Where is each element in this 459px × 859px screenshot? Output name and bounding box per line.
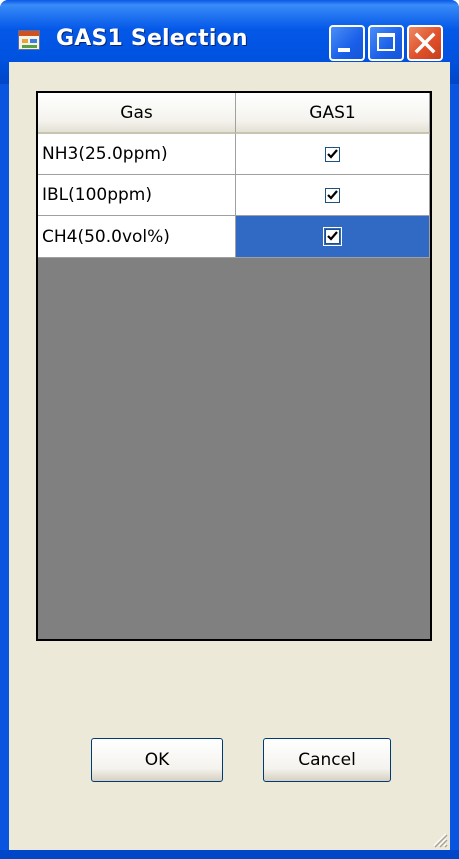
ok-button[interactable]: OK — [91, 738, 223, 782]
minimize-icon — [338, 48, 350, 52]
gas-selection-grid[interactable]: Gas GAS1 NH3(25.0ppm) IBL(100ppm) CH4(50… — [36, 91, 432, 641]
dialog-window: GAS1 Selection Gas GAS1 NH3(25.0ppm) IBL… — [0, 0, 459, 859]
minimize-button[interactable] — [329, 25, 365, 61]
resize-grip-icon[interactable] — [428, 828, 448, 848]
window-title: GAS1 Selection — [56, 26, 248, 51]
column-header-gas[interactable]: Gas — [38, 93, 236, 134]
column-header-gas1[interactable]: GAS1 — [236, 93, 430, 134]
gas1-checkbox[interactable] — [323, 227, 342, 246]
gas1-checkbox[interactable] — [325, 146, 340, 162]
gas-name-cell[interactable]: CH4(50.0vol%) — [38, 216, 236, 258]
checkmark-icon — [327, 189, 338, 200]
grid-header-row: Gas GAS1 — [38, 93, 430, 134]
checkmark-icon — [327, 231, 338, 241]
gas-name-cell[interactable]: IBL(100ppm) — [38, 175, 236, 216]
dialog-client-area: Gas GAS1 NH3(25.0ppm) IBL(100ppm) CH4(50… — [9, 62, 450, 850]
gas1-checkbox-cell[interactable] — [236, 175, 430, 216]
gas1-checkbox[interactable] — [325, 187, 340, 203]
table-row[interactable]: IBL(100ppm) — [38, 175, 430, 216]
window-bottom-border — [0, 850, 459, 859]
gas-name-cell[interactable]: NH3(25.0ppm) — [38, 134, 236, 175]
gas1-checkbox-cell[interactable] — [236, 134, 430, 175]
cancel-button[interactable]: Cancel — [263, 738, 391, 782]
table-row[interactable]: NH3(25.0ppm) — [38, 134, 430, 175]
maximize-icon — [377, 33, 395, 51]
close-icon — [414, 32, 436, 54]
checkmark-icon — [327, 148, 338, 159]
close-button[interactable] — [407, 25, 443, 61]
gas1-checkbox-cell-selected[interactable] — [236, 216, 430, 258]
maximize-button[interactable] — [368, 25, 404, 61]
app-window-icon[interactable] — [18, 30, 40, 50]
table-row[interactable]: CH4(50.0vol%) — [38, 216, 430, 258]
